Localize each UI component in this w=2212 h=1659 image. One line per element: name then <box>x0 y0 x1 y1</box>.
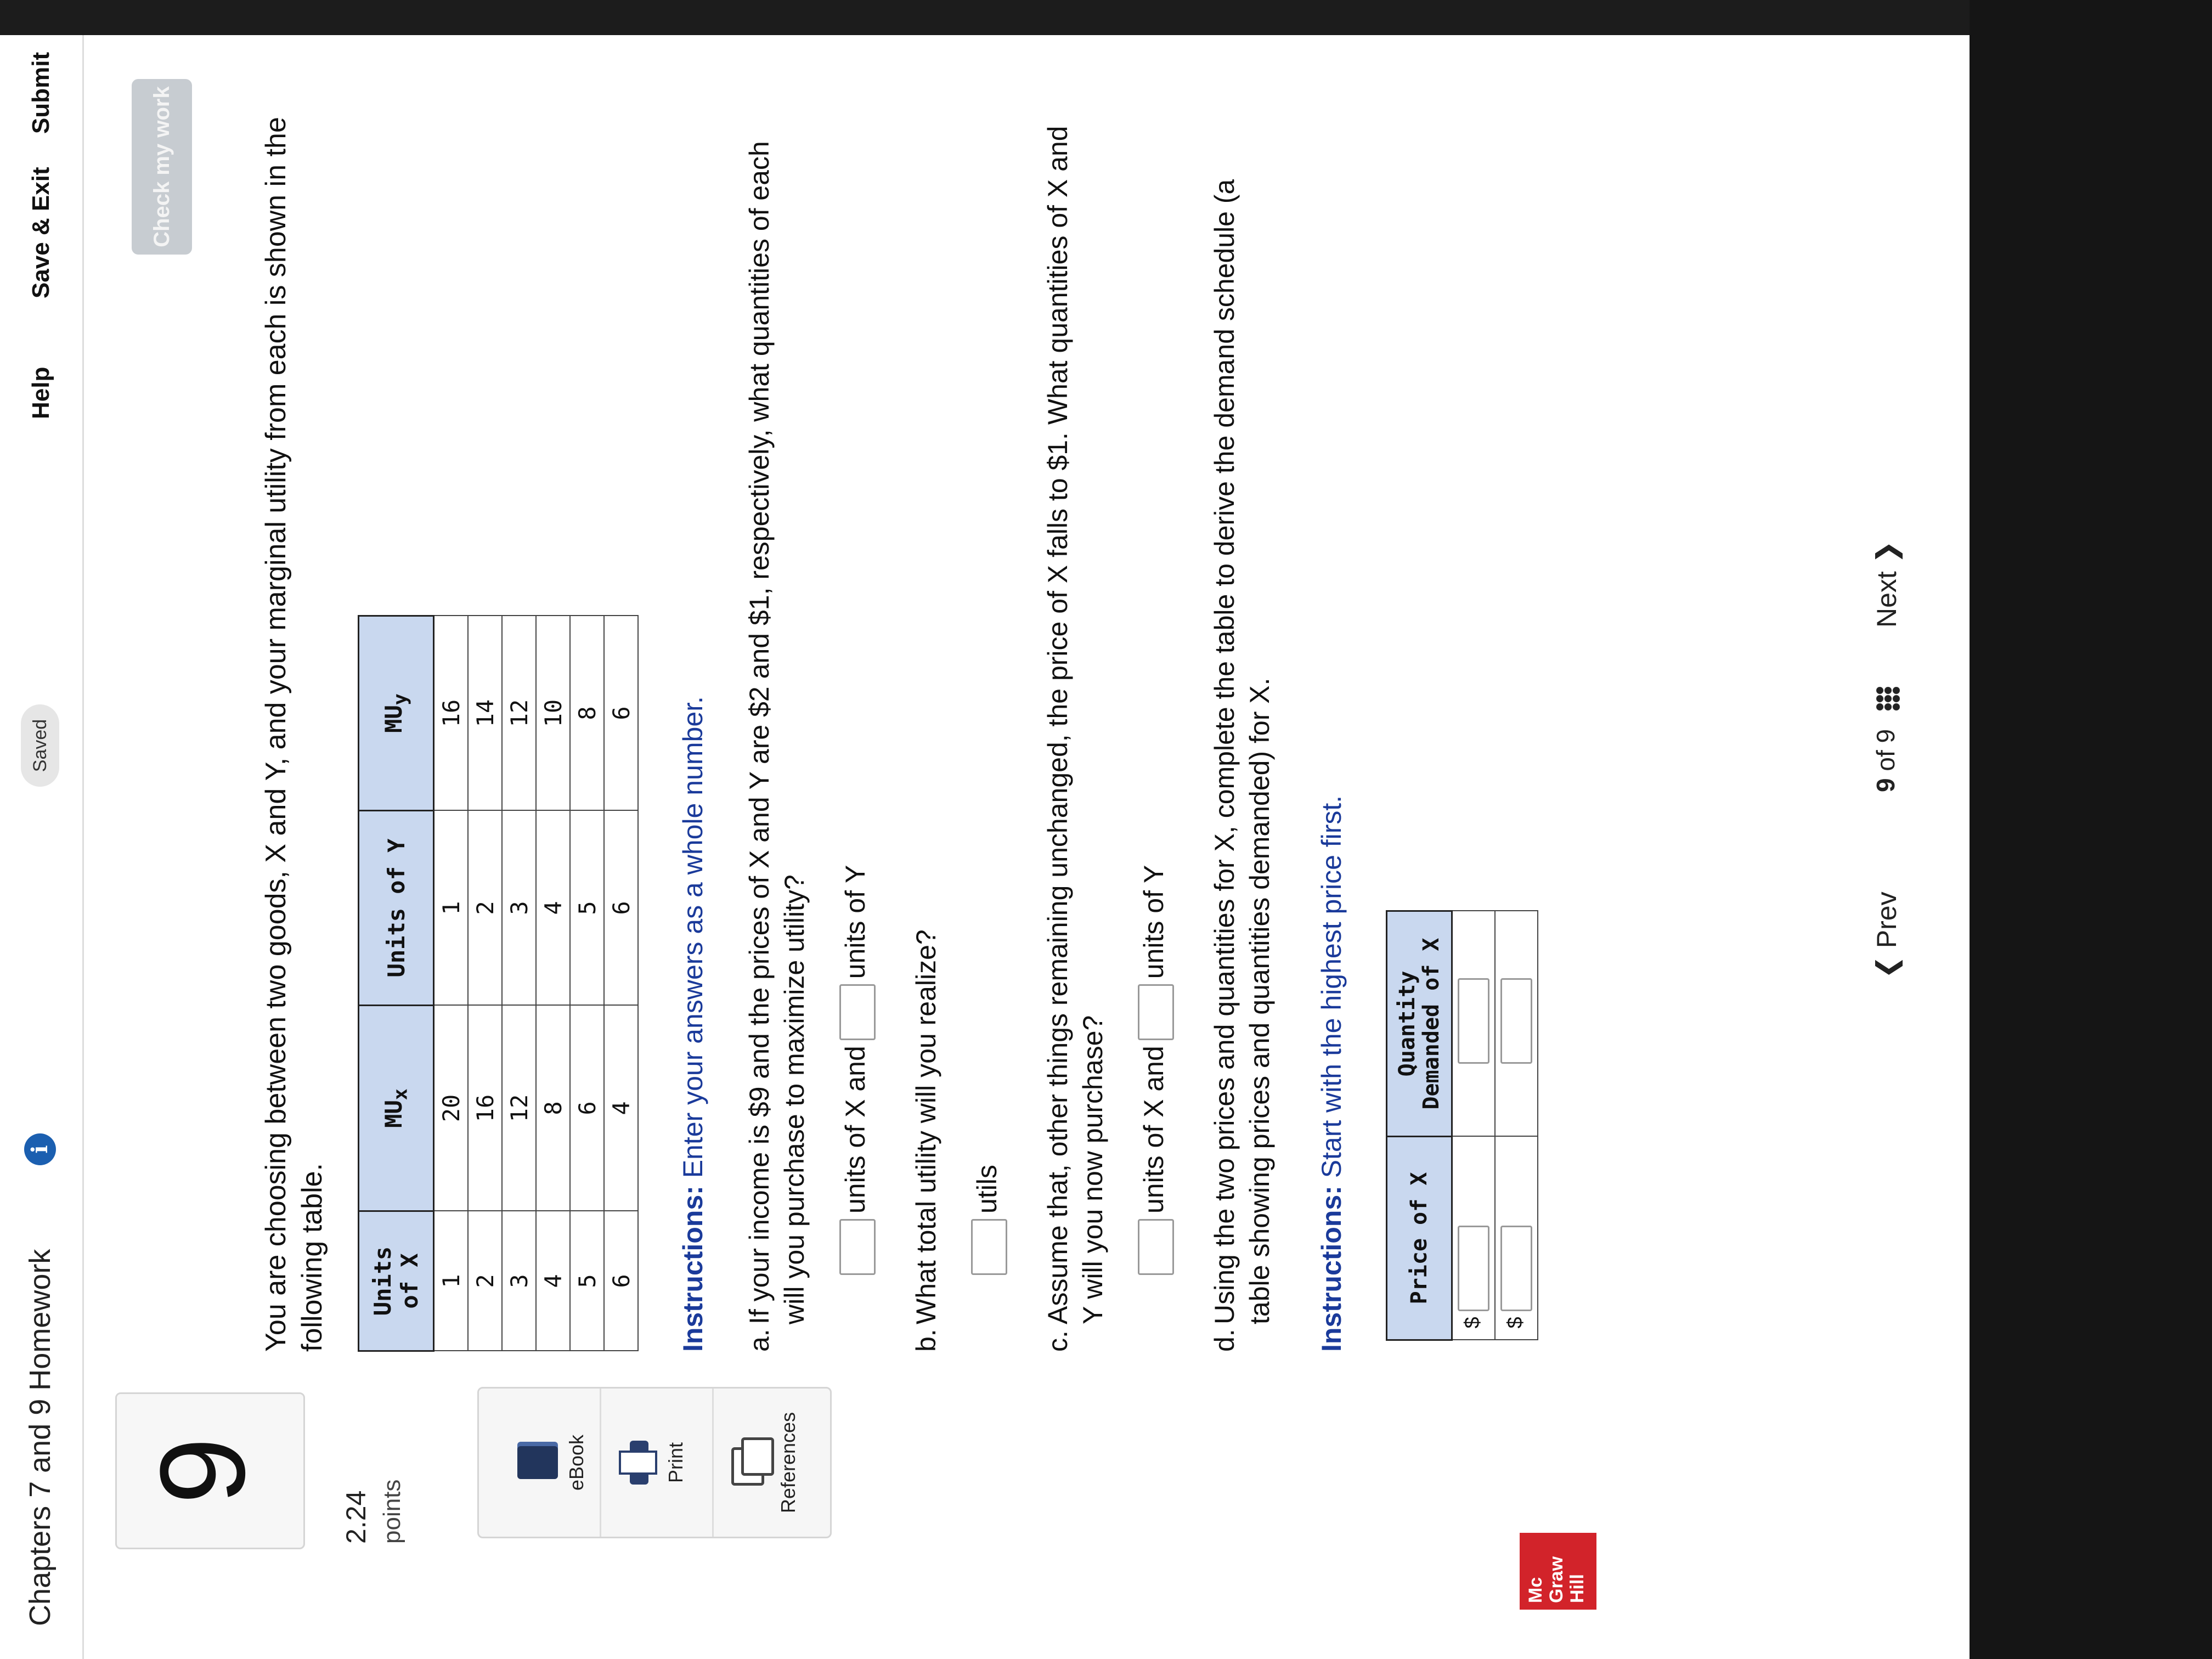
ebook-button[interactable]: eBook <box>501 1389 601 1537</box>
homework-window: Chapters 7 and 9 Homework i Saved Help S… <box>0 35 1970 1659</box>
quantity-header: Quantity Demanded of X <box>1386 911 1452 1137</box>
part-d: d.Using the two prices and quantities fo… <box>1209 179 1275 1352</box>
check-my-work-button[interactable]: Check my work <box>132 79 192 255</box>
grid-icon <box>1875 687 1900 712</box>
tools-panel: eBook Print References <box>477 1387 832 1538</box>
column-header: MUy <box>358 616 434 811</box>
instructions-highest-price: Instructions: Start with the highest pri… <box>1316 795 1347 1352</box>
print-button[interactable]: Print <box>602 1389 714 1537</box>
table-row: 3 12 3 12 <box>502 616 536 1351</box>
part-a: a.If your income is $9 and the prices of… <box>744 141 810 1352</box>
points-label: points <box>379 1479 405 1544</box>
part-c-answers: units of X andunits of Y <box>1138 57 1174 1280</box>
table-row: 4 8 4 10 <box>536 616 570 1351</box>
references-button[interactable]: References <box>715 1389 825 1537</box>
ebook-label: eBook <box>565 1434 588 1491</box>
saved-status: Saved <box>21 704 59 787</box>
top-bar: Chapters 7 and 9 Homework i Saved Help S… <box>0 35 84 1659</box>
part-c-units-y-input[interactable] <box>1138 984 1174 1041</box>
quantity-input-1[interactable] <box>1458 978 1489 1064</box>
instructions-whole-number: Instructions: Enter your answers as a wh… <box>678 696 708 1352</box>
question-number-box: 9 <box>115 1392 305 1549</box>
part-a-units-y-input[interactable] <box>839 984 876 1041</box>
help-link[interactable]: Help <box>27 367 55 419</box>
part-a-answers: units of X andunits of Y <box>839 57 876 1280</box>
copy-icon <box>731 1437 774 1486</box>
part-b: b.What total utility will you realize? <box>911 929 941 1352</box>
print-label: Print <box>664 1442 687 1483</box>
question-content: You are choosing between two goods, X an… <box>258 57 1538 1352</box>
table-row: $ <box>1452 911 1495 1340</box>
mcgraw-hill-logo: Mc Graw Hill <box>1520 1533 1596 1610</box>
question-navigation: ❮ Prev 9 of 9 Next ❯ <box>1854 35 1931 1659</box>
column-header: Units of X <box>358 1211 434 1351</box>
question-intro: You are choosing between two goods, X an… <box>260 117 328 1352</box>
utility-table: Units of X MUx Units of Y MUy 1 20 1 16 2 16… <box>358 615 639 1352</box>
table-row: 2 16 2 14 <box>468 616 502 1351</box>
table-row: 1 20 1 16 <box>433 616 468 1351</box>
prev-button[interactable]: ❮ Prev <box>1871 891 1903 979</box>
price-input-1[interactable] <box>1458 1226 1489 1312</box>
next-button[interactable]: Next ❯ <box>1871 540 1903 628</box>
part-b-utils-input[interactable] <box>971 1219 1007 1275</box>
page-indicator[interactable]: 9 of 9 <box>1871 687 1900 792</box>
demand-schedule-table: Price of X Quantity Demanded of X $ $ <box>1386 910 1538 1341</box>
printer-icon <box>619 1441 657 1485</box>
price-header: Price of X <box>1386 1136 1452 1340</box>
question-number: 9 <box>135 1437 270 1505</box>
price-input-2[interactable] <box>1500 1226 1532 1312</box>
screen-bezel <box>1970 0 2212 1659</box>
submit-link[interactable]: Submit <box>27 52 55 134</box>
references-label: References <box>777 1412 799 1514</box>
column-header: MUx <box>358 1005 434 1211</box>
points-value: 2.24 <box>341 1490 371 1544</box>
table-row: $ <box>1495 911 1538 1340</box>
column-header: Units of Y <box>358 810 434 1006</box>
table-row: 6466 <box>604 616 638 1351</box>
quantity-input-2[interactable] <box>1500 978 1532 1064</box>
info-icon[interactable]: i <box>24 1133 56 1165</box>
book-icon <box>517 1446 558 1479</box>
table-row: 5658 <box>570 616 604 1351</box>
assignment-title: Chapters 7 and 9 Homework <box>24 1249 57 1626</box>
save-exit-link[interactable]: Save & Exit <box>27 167 55 298</box>
part-c: c.Assume that, other things remaining un… <box>1042 126 1108 1352</box>
part-a-units-x-input[interactable] <box>839 1219 876 1275</box>
part-b-answers: utils <box>971 57 1007 1280</box>
part-c-units-x-input[interactable] <box>1138 1219 1174 1275</box>
